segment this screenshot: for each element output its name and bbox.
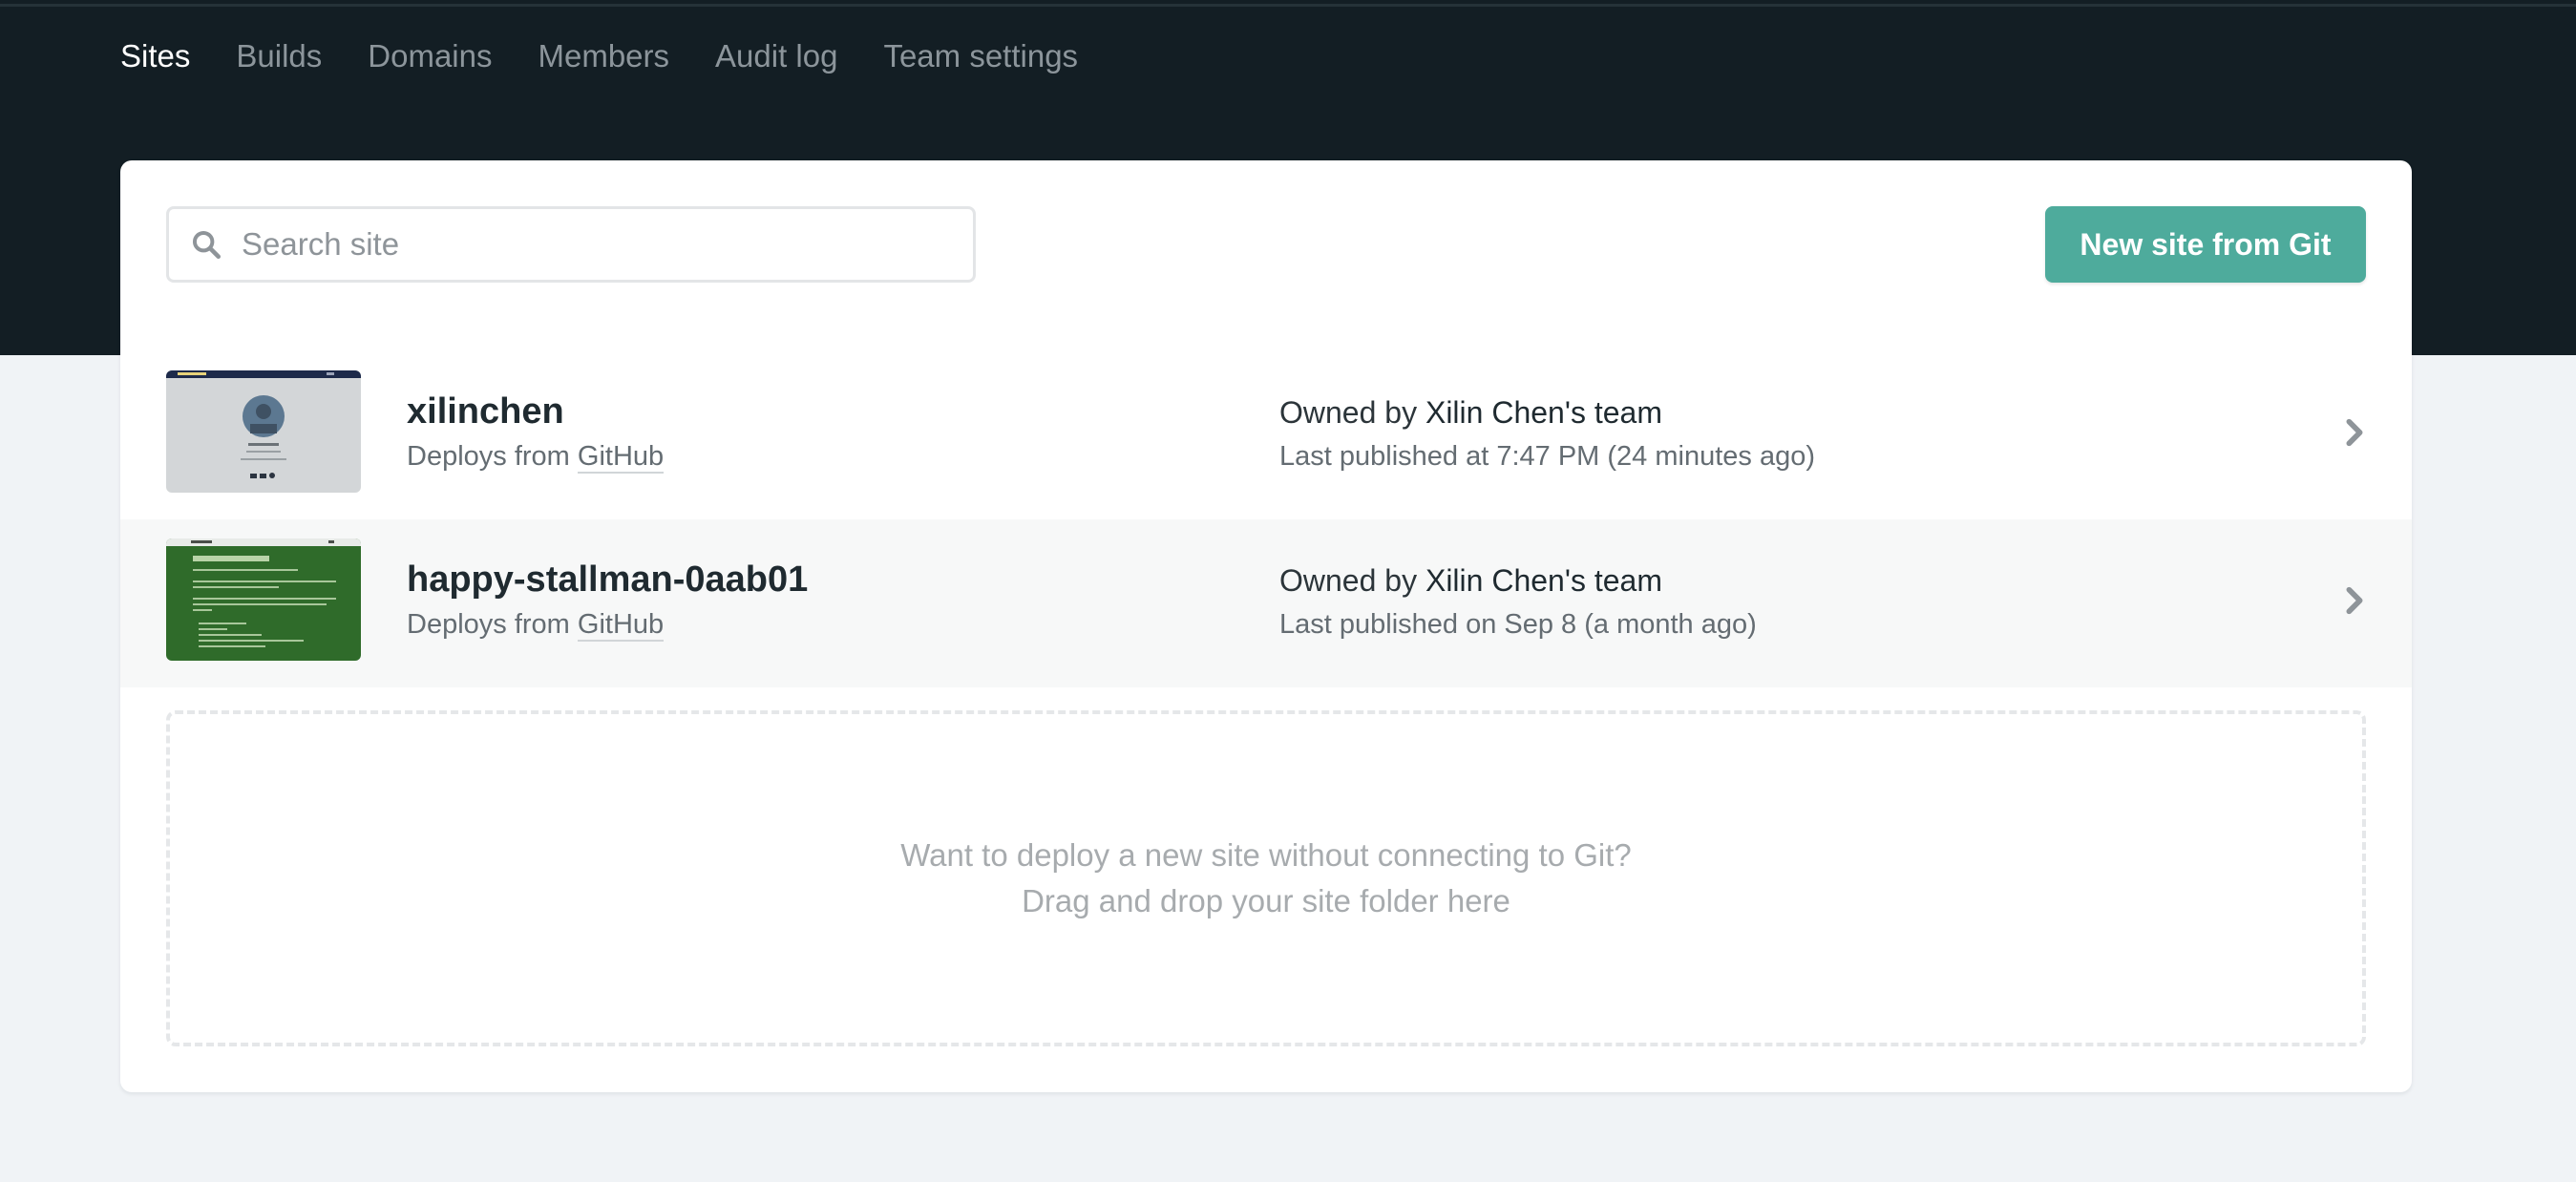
deploy-dropzone[interactable]: Want to deploy a new site without connec… <box>166 710 2366 1046</box>
site-screenshot-image <box>166 538 361 661</box>
provider-link[interactable]: GitHub <box>577 609 665 642</box>
provider-link[interactable]: GitHub <box>577 441 665 474</box>
site-thumbnail <box>166 370 361 493</box>
owner-team: Xilin Chen's team <box>1425 395 1662 430</box>
deploy-source: Deploys from GitHub <box>407 609 665 642</box>
site-row-happy-stallman[interactable]: happy-stallman-0aab01 Deploys from GitHu… <box>120 519 2412 687</box>
search-box[interactable] <box>166 206 976 283</box>
team-nav: Sites Builds Domains Members Audit log T… <box>120 38 1078 74</box>
tab-domains[interactable]: Domains <box>368 38 492 74</box>
site-name[interactable]: happy-stallman-0aab01 <box>407 559 808 601</box>
tab-sites[interactable]: Sites <box>120 38 190 74</box>
deploy-source-label: Deploys from <box>407 441 570 472</box>
owner-label: Owned by <box>1279 563 1418 598</box>
header-divider <box>0 4 2576 7</box>
owner-label: Owned by <box>1279 395 1418 430</box>
dropzone-instruction: Drag and drop your site folder here <box>1022 883 1510 918</box>
site-screenshot-image <box>166 370 361 493</box>
new-site-from-git-button[interactable]: New site from Git <box>2045 206 2366 283</box>
tab-team-settings[interactable]: Team settings <box>883 38 1078 74</box>
tab-audit-log[interactable]: Audit log <box>715 38 837 74</box>
dropzone-question: Want to deploy a new site without connec… <box>900 837 1632 873</box>
last-published: Last published at 7:47 PM (24 minutes ag… <box>1279 441 1815 472</box>
sites-card: New site from Git xilinchen Deploys f <box>120 160 2412 1092</box>
last-published: Last published on Sep 8 (a month ago) <box>1279 609 1757 640</box>
chevron-right-icon <box>2346 586 2363 615</box>
tab-members[interactable]: Members <box>538 38 669 74</box>
tab-builds[interactable]: Builds <box>236 38 322 74</box>
search-icon <box>192 230 222 260</box>
site-owner: Owned by Xilin Chen's team <box>1279 563 1662 599</box>
deploy-source-label: Deploys from <box>407 609 570 640</box>
search-input[interactable] <box>240 225 965 264</box>
site-name[interactable]: xilinchen <box>407 391 564 433</box>
site-owner: Owned by Xilin Chen's team <box>1279 395 1662 431</box>
owner-team: Xilin Chen's team <box>1425 563 1662 598</box>
site-thumbnail <box>166 538 361 661</box>
deploy-source: Deploys from GitHub <box>407 441 665 474</box>
site-row-xilinchen[interactable]: xilinchen Deploys from GitHub Owned by X… <box>120 351 2412 519</box>
chevron-right-icon <box>2346 418 2363 447</box>
